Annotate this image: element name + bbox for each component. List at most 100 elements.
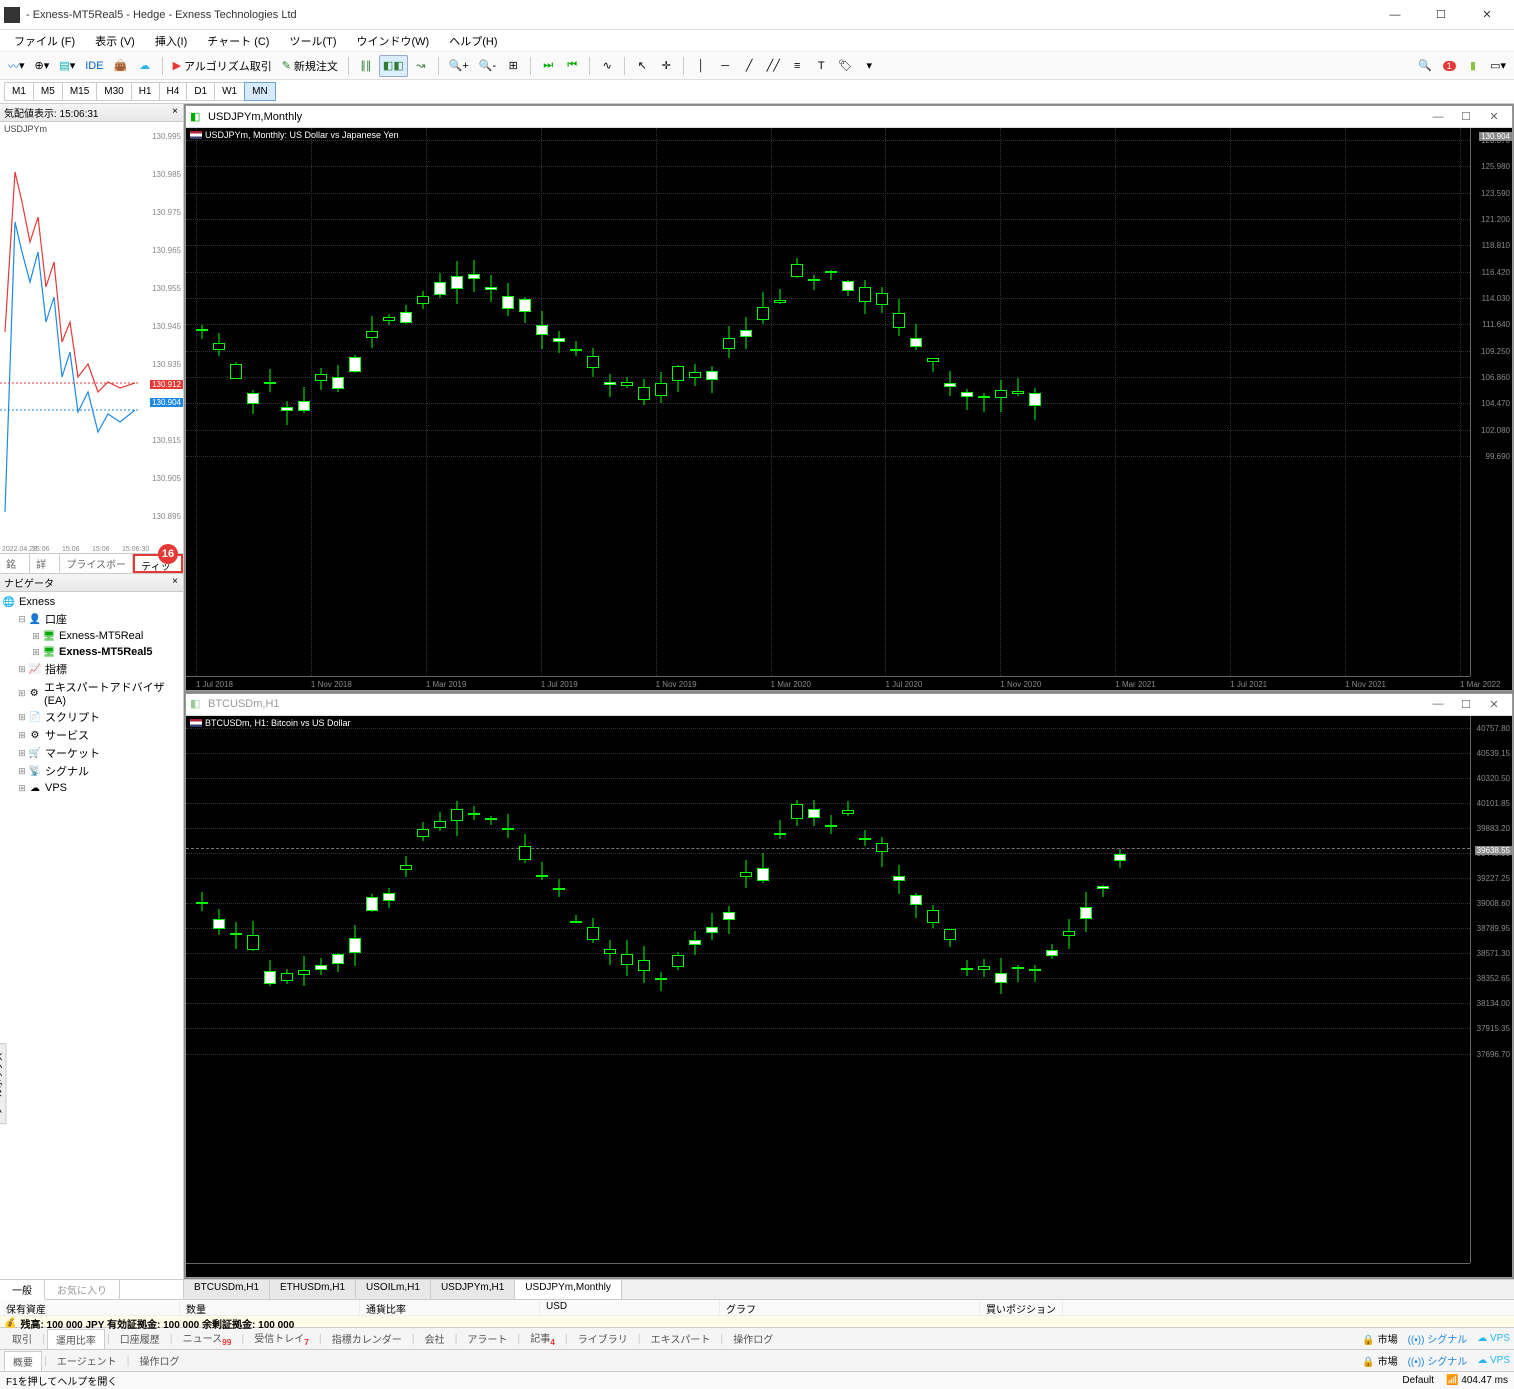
nav-item[interactable]: ⊞⚙サービス bbox=[2, 726, 181, 744]
market-status[interactable]: 🔒 市場 bbox=[1362, 1331, 1397, 1346]
menu-item[interactable]: ツール(T) bbox=[279, 31, 346, 51]
chart1-close-icon[interactable]: ✕ bbox=[1480, 110, 1508, 123]
nav-item[interactable]: ⊞⚙エキスパートアドバイザ(EA) bbox=[2, 678, 181, 708]
status-profile[interactable]: Default bbox=[1402, 1375, 1434, 1386]
terminal-tab[interactable]: アラート bbox=[459, 1329, 515, 1348]
menu-item[interactable]: ファイル (F) bbox=[4, 31, 85, 51]
nav-item[interactable]: ⊞🖥Exness-MT5Real bbox=[2, 628, 181, 644]
timeframe-M30[interactable]: M30 bbox=[96, 82, 131, 101]
chart-tab[interactable]: USOILm,H1 bbox=[356, 1280, 431, 1299]
signal-status[interactable]: ((•)) シグナル bbox=[1408, 1331, 1468, 1346]
chart-shift-icon[interactable]: ⏮ bbox=[561, 55, 583, 77]
timeframe-M5[interactable]: M5 bbox=[33, 82, 63, 101]
timeframe-W1[interactable]: W1 bbox=[214, 82, 245, 101]
signal-status-2[interactable]: ((•)) シグナル bbox=[1408, 1353, 1468, 1368]
terminal-col[interactable]: 数量 bbox=[180, 1300, 360, 1315]
menu-item[interactable]: ヘルプ(H) bbox=[439, 31, 507, 51]
navigator-tab[interactable]: 一般 bbox=[0, 1280, 45, 1300]
chart2-maximize-icon[interactable]: ☐ bbox=[1452, 698, 1480, 711]
add-dropdown[interactable]: ⊕▾ bbox=[31, 55, 54, 77]
shopping-bag-icon[interactable]: 👜 bbox=[110, 55, 132, 77]
journal-tab[interactable]: 概要 bbox=[4, 1351, 42, 1371]
navigator-tab[interactable]: お気に入り bbox=[45, 1280, 120, 1299]
vps-icon[interactable]: ☁ bbox=[134, 55, 156, 77]
vps-status-2[interactable]: ☁ VPS bbox=[1477, 1355, 1510, 1366]
market-status-2[interactable]: 🔒 市場 bbox=[1362, 1353, 1397, 1368]
settings-dropdown[interactable]: ▭▾ bbox=[1486, 55, 1510, 77]
auto-scroll-icon[interactable]: ⏭ bbox=[537, 55, 559, 77]
connection-icon[interactable]: ▮ bbox=[1462, 55, 1484, 77]
bar-chart-icon[interactable]: ∥∥ bbox=[355, 55, 377, 77]
trendline-icon[interactable]: ╱ bbox=[738, 55, 760, 77]
timeframe-H1[interactable]: H1 bbox=[131, 82, 160, 101]
terminal-tab[interactable]: 指標カレンダー bbox=[324, 1329, 410, 1348]
database-dropdown[interactable]: ▤▾ bbox=[55, 55, 79, 77]
search-icon[interactable]: 🔍 bbox=[1414, 55, 1436, 77]
terminal-tab[interactable]: 運用比率 bbox=[47, 1329, 105, 1349]
line-style-dropdown[interactable]: 〰︎▾ bbox=[4, 55, 29, 77]
channel-icon[interactable]: ╱╱ bbox=[762, 55, 784, 77]
timeframe-H4[interactable]: H4 bbox=[159, 82, 188, 101]
close-button[interactable]: ✕ bbox=[1464, 0, 1510, 30]
market-watch-tab[interactable]: プライスボード bbox=[60, 554, 133, 573]
maximize-button[interactable]: ☐ bbox=[1418, 0, 1464, 30]
text-icon[interactable]: T bbox=[810, 55, 832, 77]
tick-chart[interactable]: USDJPYm 130.995130.985130.975130.965130.… bbox=[0, 122, 183, 553]
timeframe-M15[interactable]: M15 bbox=[62, 82, 97, 101]
nav-item[interactable]: ⊞📈指標 bbox=[2, 660, 181, 678]
notifications-icon[interactable]: 1 bbox=[1438, 55, 1460, 77]
menu-item[interactable]: 表示 (V) bbox=[85, 31, 145, 51]
more-tools-dropdown[interactable]: ▾ bbox=[858, 55, 880, 77]
nav-item[interactable]: ⊞🖥Exness-MT5Real5 bbox=[2, 644, 181, 660]
timeframe-M1[interactable]: M1 bbox=[4, 82, 34, 101]
menu-item[interactable]: 挿入(I) bbox=[145, 31, 197, 51]
market-watch-tab[interactable]: 銘柄 bbox=[0, 554, 30, 573]
navigator-tree[interactable]: 🌐Exness⊟👤口座⊞🖥Exness-MT5Real⊞🖥Exness-MT5R… bbox=[0, 592, 183, 1279]
navigator-close-icon[interactable]: × bbox=[169, 576, 181, 588]
fibo-icon[interactable]: ≡ bbox=[786, 55, 808, 77]
terminal-tab[interactable]: 口座履歴 bbox=[112, 1329, 168, 1348]
terminal-tab[interactable]: エキスパート bbox=[643, 1329, 719, 1348]
zoom-in-icon[interactable]: 🔍+ bbox=[445, 55, 473, 77]
terminal-col[interactable]: USD bbox=[540, 1300, 720, 1315]
terminal-tab[interactable]: 取引 bbox=[4, 1329, 40, 1348]
menu-item[interactable]: チャート (C) bbox=[197, 31, 279, 51]
toolbox-side-label[interactable]: ツールボックス bbox=[0, 1043, 7, 1124]
hline-icon[interactable]: ─ bbox=[714, 55, 736, 77]
chart-tab[interactable]: ETHUSDm,H1 bbox=[270, 1280, 356, 1299]
chart2-minimize-icon[interactable]: — bbox=[1424, 698, 1452, 710]
nav-item[interactable]: ⊞🛒マーケット bbox=[2, 744, 181, 762]
terminal-tab[interactable]: 記事4 bbox=[522, 1328, 563, 1349]
chart-tab[interactable]: USDJPYm,H1 bbox=[431, 1280, 515, 1299]
ide-button[interactable]: IDE bbox=[81, 55, 107, 77]
chart1-maximize-icon[interactable]: ☐ bbox=[1452, 110, 1480, 123]
market-watch-close-icon[interactable]: × bbox=[169, 106, 181, 118]
minimize-button[interactable]: — bbox=[1372, 0, 1418, 30]
journal-tab[interactable]: 操作ログ bbox=[132, 1351, 188, 1370]
terminal-tab[interactable]: ニュース99 bbox=[175, 1328, 240, 1349]
journal-tab[interactable]: エージェント bbox=[49, 1351, 125, 1370]
nav-item[interactable]: ⊞☁VPS bbox=[2, 780, 181, 796]
terminal-col[interactable]: グラフ bbox=[720, 1300, 980, 1315]
terminal-col[interactable]: 通貨比率 bbox=[360, 1300, 540, 1315]
terminal-tab[interactable]: 受信トレイ7 bbox=[246, 1328, 317, 1349]
algo-trading-toggle[interactable]: ▶アルゴリズム取引 bbox=[169, 55, 276, 77]
label-icon[interactable]: 🏷 bbox=[834, 55, 856, 77]
timeframe-MN[interactable]: MN bbox=[244, 82, 276, 101]
line-chart-icon[interactable]: ↝ bbox=[410, 55, 432, 77]
timeframe-D1[interactable]: D1 bbox=[186, 82, 215, 101]
vline-icon[interactable]: │ bbox=[690, 55, 712, 77]
chart1-area[interactable]: USDJPYm, Monthly: US Dollar vs Japanese … bbox=[186, 128, 1512, 690]
chart2-close-icon[interactable]: ✕ bbox=[1480, 698, 1508, 711]
menu-item[interactable]: ウインドウ(W) bbox=[347, 31, 440, 51]
chart2-area[interactable]: BTCUSDm, H1: Bitcoin vs US Dollar 40757.… bbox=[186, 716, 1512, 1278]
chart1-minimize-icon[interactable]: — bbox=[1424, 111, 1452, 123]
crosshair-icon[interactable]: ✛ bbox=[655, 55, 677, 77]
nav-item[interactable]: ⊞📄スクリプト bbox=[2, 708, 181, 726]
nav-item[interactable]: ⊟👤口座 bbox=[2, 610, 181, 628]
grid-4-icon[interactable]: ⊞ bbox=[502, 55, 524, 77]
candle-chart-icon[interactable]: ◧◧ bbox=[379, 55, 408, 77]
terminal-tab[interactable]: 操作ログ bbox=[725, 1329, 781, 1348]
cursor-icon[interactable]: ↖ bbox=[631, 55, 653, 77]
terminal-col[interactable]: 買いポジション bbox=[980, 1300, 1063, 1315]
